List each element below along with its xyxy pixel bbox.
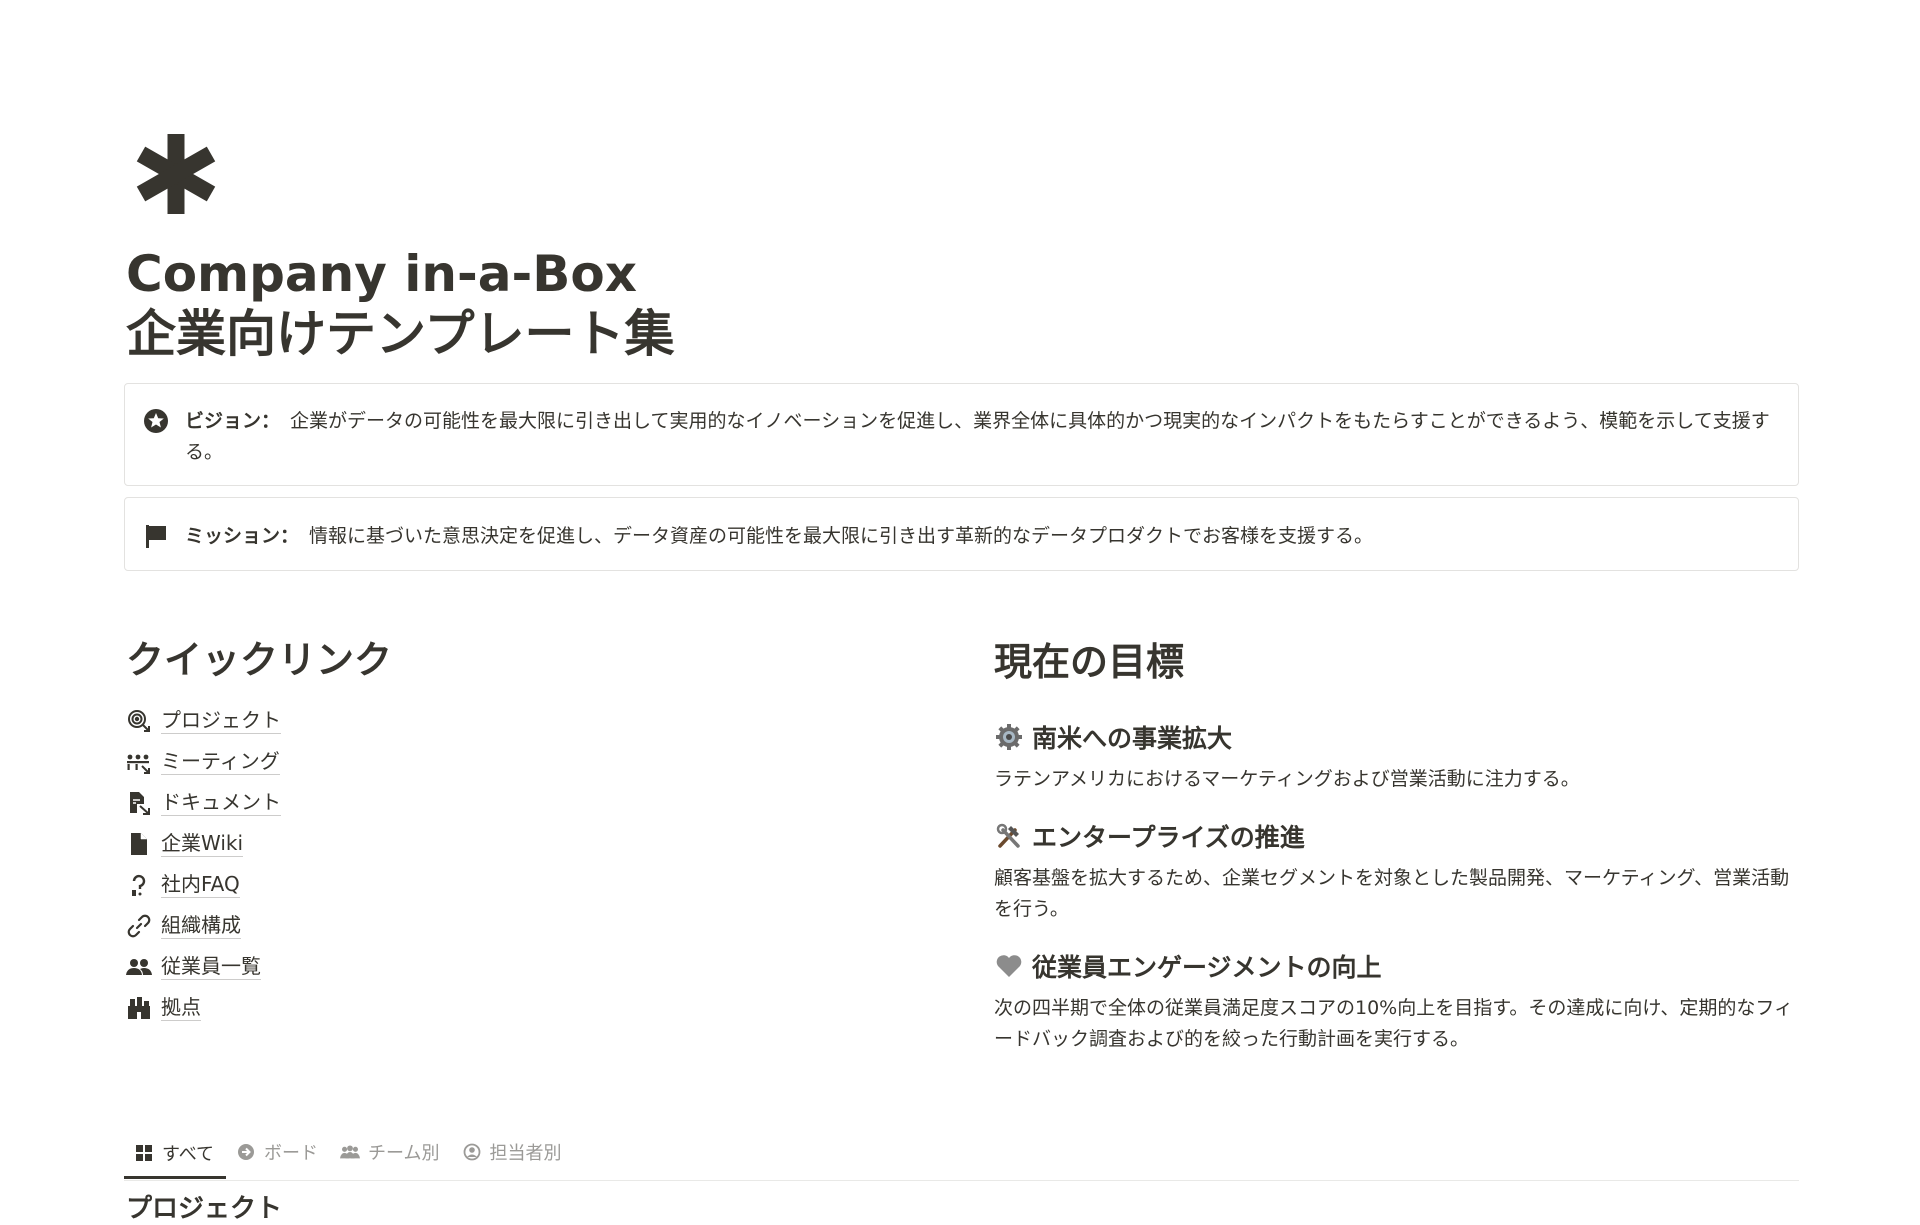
goal-item: 従業員エンゲージメントの向上 次の四半期で全体の従業員満足度スコアの10%向上を… <box>994 943 1794 1055</box>
quick-link-wiki[interactable]: 企業Wiki <box>126 823 281 864</box>
grid-icon <box>134 1143 154 1163</box>
goal-title: 南米への事業拡大 <box>1032 724 1233 753</box>
quick-link-documents[interactable]: ドキュメント <box>126 782 281 823</box>
goal-item: 南米への事業拡大 ラテンアメリカにおけるマーケティングおよび営業活動に注力する。 <box>994 714 1794 795</box>
quick-link-employees[interactable]: 従業員一覧 <box>126 946 281 987</box>
tab-by-team[interactable]: チーム別 <box>330 1130 451 1174</box>
question-icon <box>126 872 152 898</box>
quick-link-locations[interactable]: 拠点 <box>126 987 281 1028</box>
quick-link-faq[interactable]: 社内FAQ <box>126 864 281 905</box>
building-icon <box>126 995 152 1021</box>
meeting-arrow-icon <box>126 749 152 775</box>
goal-title: 従業員エンゲージメントの向上 <box>1032 953 1382 982</box>
tab-label: チーム別 <box>368 1143 440 1164</box>
vision-text: ビジョン： 企業がデータの可能性を最大限に引き出して実用的なイノベーションを促進し… <box>185 406 1778 468</box>
people-icon <box>126 954 152 980</box>
quick-link-label[interactable]: ドキュメント <box>161 789 281 816</box>
grey-heart-icon <box>994 951 1024 981</box>
quick-link-label[interactable]: 拠点 <box>161 994 201 1021</box>
quick-link-org[interactable]: 組織構成 <box>126 905 281 946</box>
vision-label: ビジョン： <box>185 410 281 432</box>
quick-link-meetings[interactable]: ミーティング <box>126 741 281 782</box>
tab-label: 担当者別 <box>489 1143 562 1164</box>
people-icon <box>340 1142 361 1162</box>
goal-description: 顧客基盤を拡大するため、企業セグメントを対象とした製品開発、マーケティング、営業… <box>994 867 1790 920</box>
quick-link-label[interactable]: ミーティング <box>161 748 280 775</box>
goals-list: 南米への事業拡大 ラテンアメリカにおけるマーケティングおよび営業活動に注力する。… <box>994 714 1794 1073</box>
target-arrow-icon <box>126 708 152 734</box>
quick-link-label[interactable]: 社内FAQ <box>161 871 240 898</box>
tab-label: ボード <box>264 1143 319 1164</box>
mission-callout: ミッション： 情報に基づいた意思決定を促進し、データ資産の可能性を最大限に引き出す… <box>124 497 1799 571</box>
tab-board[interactable]: ボード <box>226 1130 330 1174</box>
quick-link-label[interactable]: プロジェクト <box>161 707 281 734</box>
quick-link-projects[interactable]: プロジェクト <box>126 700 281 741</box>
tab-by-assignee[interactable]: 担当者別 <box>452 1130 574 1174</box>
database-view-tabs: すべて ボード チーム別 担当者別 <box>124 1130 1799 1181</box>
quick-link-label[interactable]: 組織構成 <box>161 912 241 939</box>
goal-description: 次の四半期で全体の従業員満足度スコアの10%向上を目指す。その達成に向け、定期的… <box>994 997 1794 1050</box>
quick-link-label[interactable]: 企業Wiki <box>161 830 244 857</box>
quick-links-list: プロジェクト ミーティング ドキュメント 企業Wiki 社内FAQ 組織構成 従… <box>126 700 281 1028</box>
mission-text: ミッション： 情報に基づいた意思決定を促進し、データ資産の可能性を最大限に引き出す… <box>185 521 1373 552</box>
goal-description: ラテンアメリカにおけるマーケティングおよび営業活動に注力する。 <box>994 768 1580 790</box>
goal-item: エンタープライズの推進 顧客基盤を拡大するため、企業セグメントを対象とした製品開… <box>994 813 1794 925</box>
page-title-line1: Company in-a-Box <box>126 245 637 303</box>
document-arrow-icon <box>126 790 152 816</box>
vision-callout: ビジョン： 企業がデータの可能性を最大限に引き出して実用的なイノベーションを促進し… <box>124 383 1799 486</box>
page-icon <box>126 831 152 857</box>
quick-link-label[interactable]: 従業員一覧 <box>161 953 261 980</box>
asterisk-icon[interactable] <box>130 128 222 220</box>
current-goals-heading: 現在の目標 <box>994 640 1185 684</box>
gear-emoji-icon <box>994 722 1024 752</box>
page: Company in-a-Box 企業向けテンプレート集 ビジョン： 企業がデータ… <box>0 0 1920 1224</box>
star-circle-icon <box>143 408 169 434</box>
tools-emoji-icon <box>994 821 1024 851</box>
goal-title: エンタープライズの推進 <box>1032 823 1305 852</box>
link-icon <box>126 913 152 939</box>
quick-links-heading: クイックリンク <box>126 638 393 682</box>
tab-all[interactable]: すべて <box>124 1130 227 1179</box>
database-title: プロジェクト <box>126 1194 283 1224</box>
flag-icon <box>143 523 169 549</box>
tab-label: すべて <box>162 1144 215 1165</box>
vision-body: 企業がデータの可能性を最大限に引き出して実用的なイノベーションを促進し、業界全体… <box>185 410 1770 463</box>
user-circle-icon <box>462 1142 482 1162</box>
mission-label: ミッション： <box>185 525 300 547</box>
mission-body: 情報に基づいた意思決定を促進し、データ資産の可能性を最大限に引き出す革新的なデー… <box>309 525 1374 547</box>
arrow-circle-icon <box>236 1142 256 1162</box>
page-title-line2: 企業向けテンプレート集 <box>126 305 675 363</box>
page-title: Company in-a-Box 企業向けテンプレート集 <box>126 244 675 364</box>
